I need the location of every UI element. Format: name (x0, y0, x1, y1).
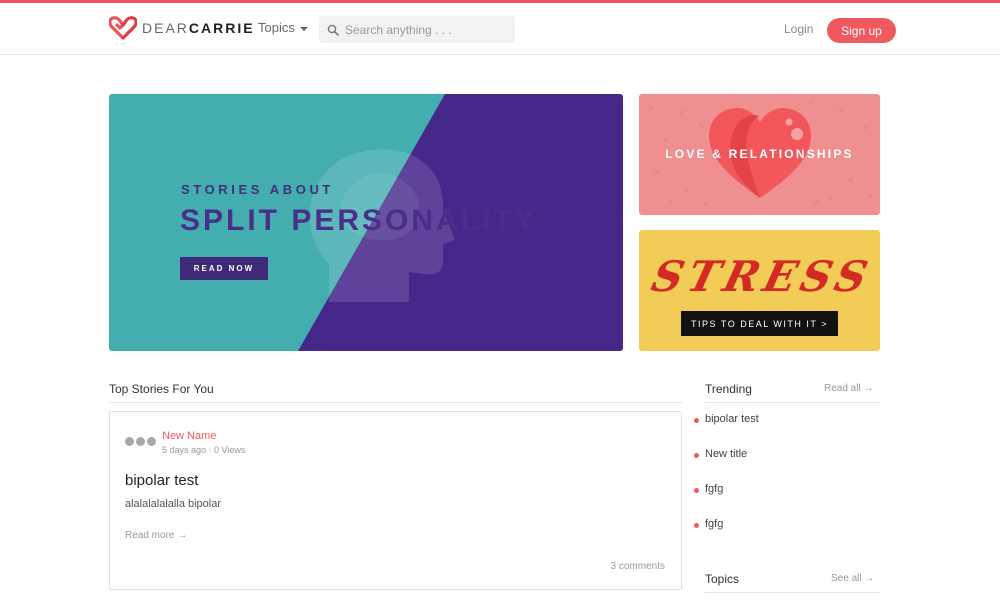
logo-wordmark: DEARCARRIE (142, 16, 255, 40)
trending-item[interactable]: bipolar test (694, 413, 759, 425)
story-meta: 5 days ago · 0 Views (162, 445, 246, 455)
avatar-dot (125, 437, 134, 446)
site-header: DEARCARRIE Topics Login Sign up (0, 3, 1000, 55)
hero-read-now-button[interactable]: READ NOW (180, 257, 268, 280)
story-author-link[interactable]: New Name (162, 430, 216, 442)
hero-kicker: STORIES ABOUT (181, 182, 334, 197)
top-stories-heading: Top Stories For You (109, 382, 214, 396)
caret-down-icon (299, 26, 308, 31)
topics-heading: Topics (705, 572, 740, 586)
avatar-dot (136, 437, 145, 446)
trending-heading: Trending (705, 382, 752, 396)
bullet-dot-icon (694, 523, 699, 528)
love-card-label: LOVE & RELATIONSHIPS (665, 147, 854, 161)
topics-divider (705, 592, 880, 593)
read-more-link[interactable]: Read more → (125, 530, 187, 541)
hero-banner[interactable]: STORIES ABOUT SPLIT PERSONALITY READ NOW (109, 94, 623, 351)
trending-divider (705, 402, 880, 403)
trending-item-label: fgfg (705, 518, 724, 530)
topics-dropdown-label: Topics (258, 20, 295, 35)
logo-dear: DEAR (142, 20, 189, 36)
stress-title: STRESS (646, 252, 878, 301)
trending-item[interactable]: New title (694, 448, 747, 460)
bullet-dot-icon (694, 453, 699, 458)
dearcarrie-logo[interactable]: DEARCARRIE (109, 16, 255, 40)
trending-item-label: fgfg (705, 483, 724, 495)
topics-dropdown[interactable]: Topics (258, 20, 308, 35)
story-card[interactable]: New Name 5 days ago · 0 Views bipolar te… (109, 411, 682, 590)
stress-card[interactable]: STRESS TIPS TO DEAL WITH IT > (639, 230, 880, 351)
story-excerpt: alalalalalalla bipolar (125, 498, 222, 510)
bullet-dot-icon (694, 488, 699, 493)
love-relationships-card[interactable]: LOVE & RELATIONSHIPS (639, 94, 880, 215)
heart-logo-icon (109, 16, 137, 40)
search-box[interactable] (319, 16, 515, 43)
trending-item[interactable]: fgfg (694, 483, 723, 495)
bullet-dot-icon (694, 418, 699, 423)
avatar-dot (147, 437, 156, 446)
search-icon (327, 24, 339, 36)
story-title-link[interactable]: bipolar test (125, 472, 198, 489)
logo-carrie: CARRIE (188, 20, 255, 36)
trending-item-label: New title (705, 448, 748, 460)
signup-button[interactable]: Sign up (827, 18, 896, 43)
stress-tips-button[interactable]: TIPS TO DEAL WITH IT > (681, 311, 838, 336)
comments-link[interactable]: 3 comments (611, 561, 665, 572)
trending-read-all-link[interactable]: Read all → (824, 383, 873, 394)
trending-item[interactable]: fgfg (694, 518, 723, 530)
top-stories-divider (109, 402, 682, 403)
avatar[interactable] (125, 437, 156, 446)
hero-title: SPLIT PERSONALITY (180, 204, 538, 237)
trending-item-label: bipolar test (705, 413, 759, 425)
topics-see-all-link[interactable]: See all → (831, 573, 874, 584)
login-link[interactable]: Login (784, 22, 813, 36)
search-input[interactable] (345, 22, 505, 37)
